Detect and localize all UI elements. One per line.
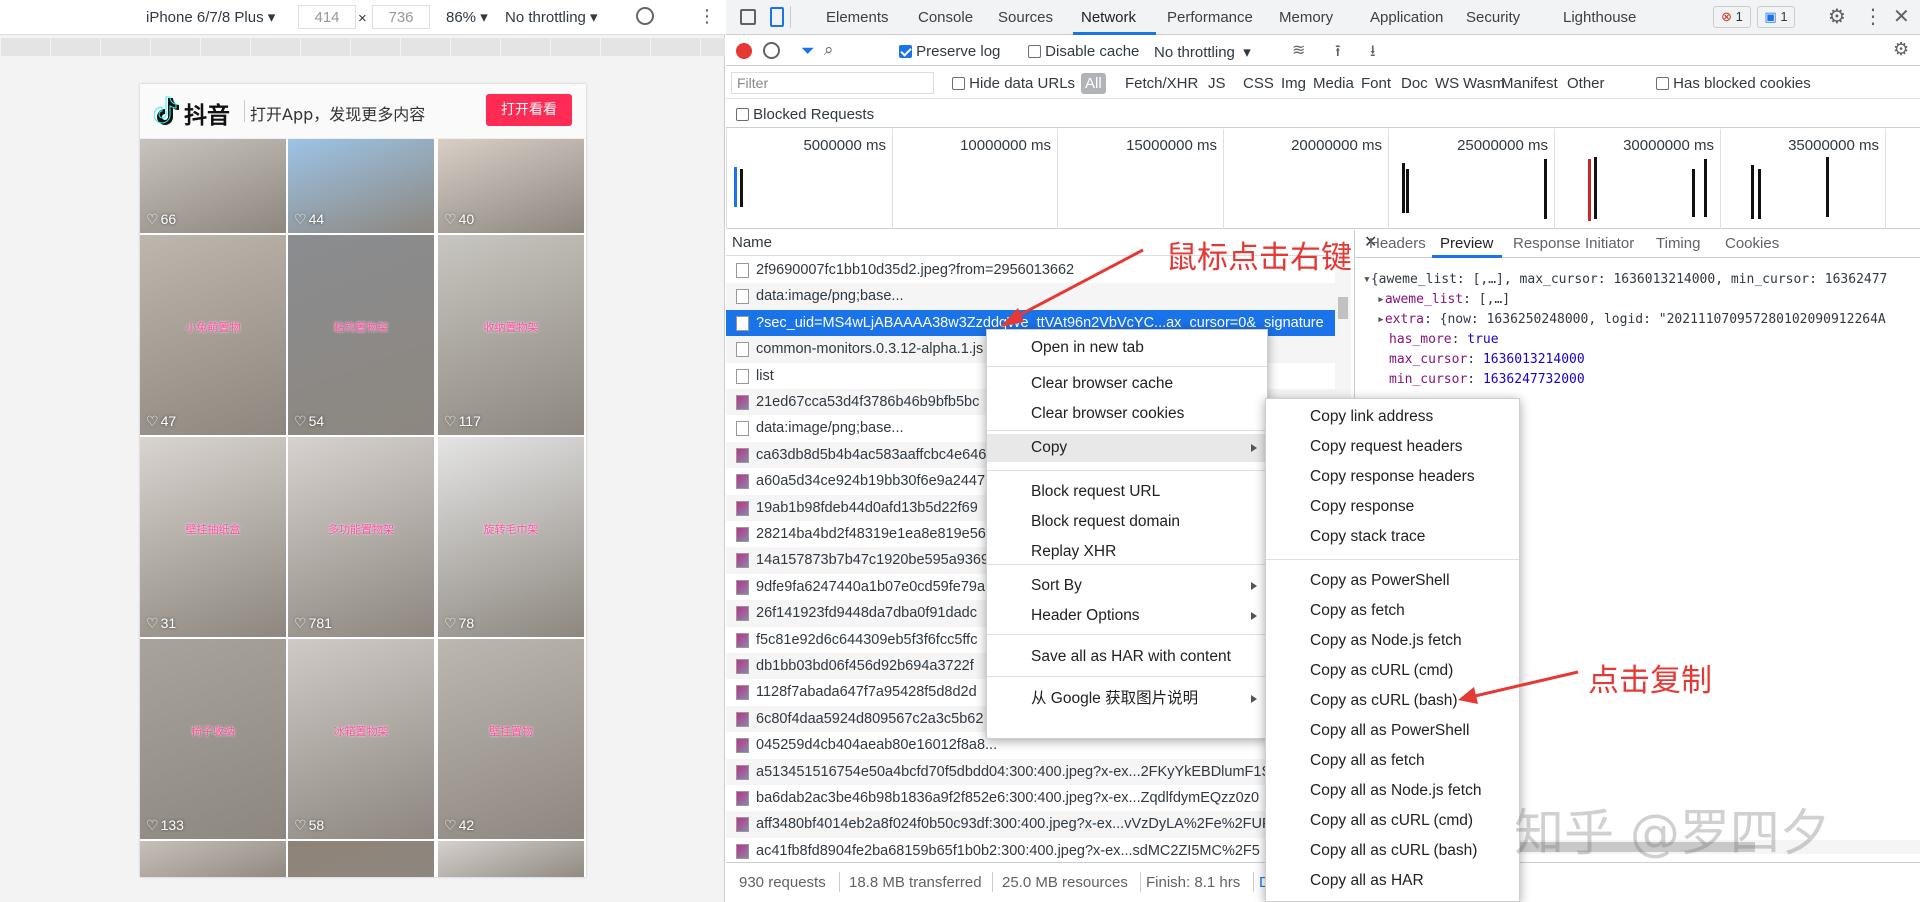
arrow-head-request (1000, 308, 1024, 327)
arrow-head-copy (1458, 687, 1478, 704)
arrow-to-copy-curl (1474, 670, 1579, 698)
arrow-to-request (1013, 248, 1144, 320)
watermark: 知乎 @罗四夕 (1514, 804, 1830, 862)
click-copy-annotation: 点击复制 (1588, 663, 1712, 699)
annotation-arrows (1000, 248, 1579, 704)
right-click-annotation: 鼠标点击右键 (1166, 240, 1352, 276)
